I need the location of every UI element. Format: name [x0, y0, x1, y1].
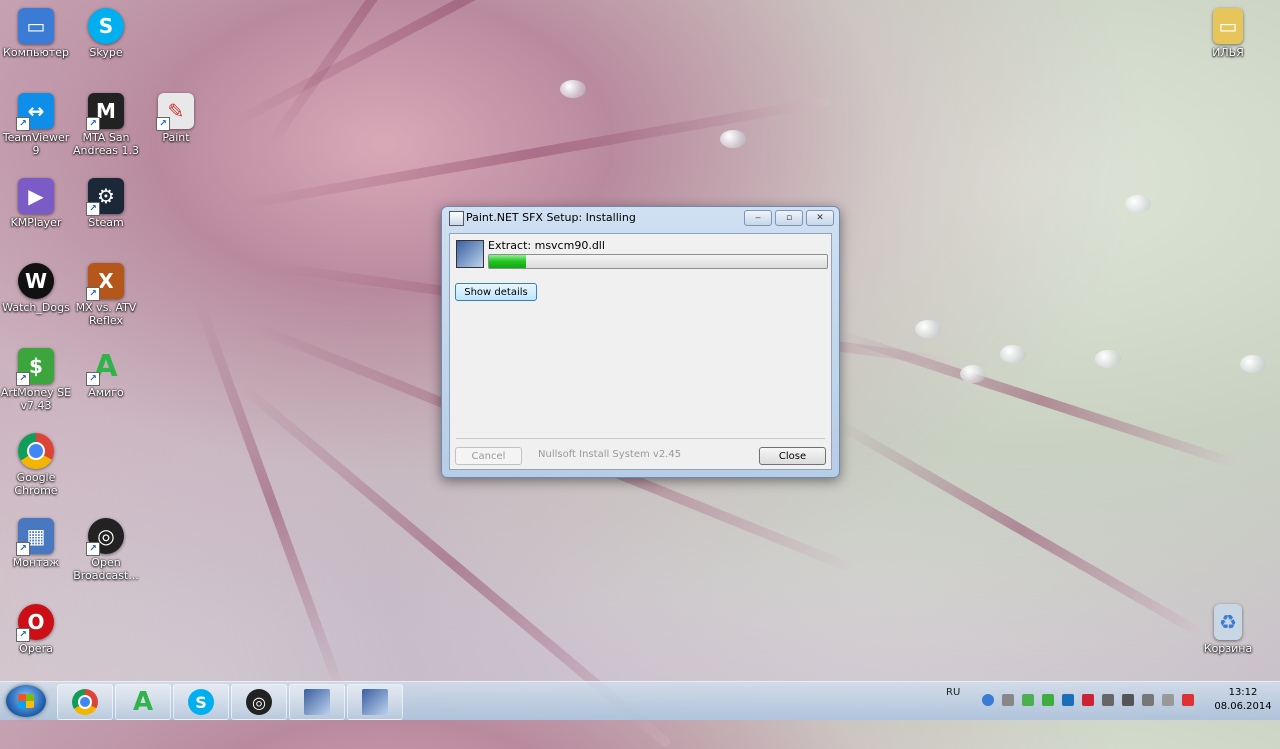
amigo-icon: A ↗: [86, 348, 124, 386]
taskbar-amigo[interactable]: A: [115, 684, 171, 720]
desktop-icon-mxvsatv[interactable]: X ↗ MX vs. ATV Reflex: [70, 263, 142, 327]
notification-icon[interactable]: [1002, 694, 1014, 706]
desktop-icon-montage[interactable]: ▦ ↗ Монтаж: [0, 518, 72, 569]
network-icon[interactable]: [1062, 694, 1074, 706]
close-button[interactable]: Close: [759, 447, 826, 465]
minimize-button[interactable]: ‒: [744, 210, 772, 226]
desktop-icon-paint[interactable]: ✎ ↗ Paint: [140, 93, 212, 144]
paint-icon: ✎ ↗: [156, 93, 194, 131]
desktop-icon-steam[interactable]: ⚙ ↗ Steam: [70, 178, 142, 229]
desktop-icon-teamviewer[interactable]: ↔ ↗ TeamViewer 9: [0, 93, 72, 157]
taskbar: A S ◎ RU 13:12 08.06.2014: [0, 681, 1280, 720]
installer-icon: [456, 240, 484, 268]
desktop-icon-amigo[interactable]: A ↗ Амиго: [70, 348, 142, 399]
installer-client-area: Extract: msvcm90.dll Show details Cancel…: [449, 233, 832, 470]
app-tray-icon[interactable]: [1022, 694, 1034, 706]
desktop-icon-chrome[interactable]: Google Chrome: [0, 433, 72, 497]
opera-icon: O ↗: [16, 604, 54, 642]
tools-icon[interactable]: [1082, 694, 1094, 706]
watchdogs-icon: W: [18, 263, 54, 299]
recycle-bin-icon: ♻: [1214, 604, 1242, 640]
taskbar-installer-2[interactable]: [347, 684, 403, 720]
close-window-button[interactable]: ✕: [806, 210, 834, 226]
desktop-icon-skype[interactable]: S Skype: [70, 8, 142, 59]
desktop-icon-kmplayer[interactable]: ▶ KMPlayer: [0, 178, 72, 229]
nsis-branding: Nullsoft Install System v2.45: [538, 449, 682, 460]
installer-window: Paint.NET SFX Setup: Installing ‒ ▫ ✕ Ex…: [441, 206, 840, 478]
window-titlebar[interactable]: Paint.NET SFX Setup: Installing ‒ ▫ ✕: [442, 207, 839, 229]
installer-icon: [362, 689, 388, 715]
start-button[interactable]: [6, 685, 46, 717]
desktop-icon-artmoney[interactable]: $ ↗ ArtMoney SE v7.43: [0, 348, 72, 412]
skype-icon: S: [88, 8, 124, 44]
desktop-icon-computer[interactable]: ▭ Компьютер: [0, 8, 72, 59]
cancel-button[interactable]: Cancel: [455, 447, 522, 465]
folder-icon: ▭: [1213, 8, 1243, 44]
install-progress-bar: [488, 254, 828, 269]
teamviewer-icon: ↔ ↗: [16, 93, 54, 131]
desktop-icon-opera[interactable]: O ↗ Opera: [0, 604, 72, 655]
windows-logo-icon: [18, 694, 34, 708]
language-indicator[interactable]: RU: [946, 687, 960, 698]
taskbar-chrome[interactable]: [57, 684, 113, 720]
clock-time: 13:12: [1228, 687, 1258, 698]
device-icon[interactable]: [1122, 694, 1134, 706]
computer-icon: ▭: [18, 8, 54, 44]
chrome-icon: [18, 433, 54, 469]
volume-icon[interactable]: [1102, 694, 1114, 706]
shield-icon[interactable]: [1042, 694, 1054, 706]
show-details-button[interactable]: Show details: [455, 283, 537, 301]
bottom-divider: [456, 438, 825, 439]
obs-icon: ◎ ↗: [86, 518, 124, 556]
mta-icon: M ↗: [86, 93, 124, 131]
mxvsatv-icon: X ↗: [86, 263, 124, 301]
clock-date: 08.06.2014: [1214, 701, 1272, 712]
speaker-icon[interactable]: [1162, 694, 1174, 706]
install-progress-fill: [489, 255, 527, 268]
kmplayer-icon: ▶: [18, 178, 54, 214]
desktop-icon-recycle-bin[interactable]: ♻ Корзина: [1192, 604, 1264, 655]
steam-icon: ⚙ ↗: [86, 178, 124, 216]
desktop-icon-mta[interactable]: M ↗ MTA San Andreas 1.3: [70, 93, 142, 157]
amigo-icon: A: [132, 687, 154, 717]
desktop-icon-obs[interactable]: ◎ ↗ Open Broadcast...: [70, 518, 142, 582]
maximize-button[interactable]: ▫: [775, 210, 803, 226]
installer-icon: [304, 689, 330, 715]
system-tray: RU 13:12 08.06.2014: [922, 682, 1272, 720]
desktop-icon-watchdogs[interactable]: W Watch_Dogs: [0, 263, 72, 314]
desktop-icon-user-folder[interactable]: ▭ ИЛЬЯ: [1192, 8, 1264, 59]
artmoney-icon: $ ↗: [16, 348, 54, 386]
taskbar-obs[interactable]: ◎: [231, 684, 287, 720]
window-title: Paint.NET SFX Setup: Installing: [466, 211, 636, 224]
download-icon[interactable]: [982, 694, 994, 706]
taskbar-skype[interactable]: S: [173, 684, 229, 720]
system-clock[interactable]: 13:12 08.06.2014: [1214, 686, 1272, 714]
obs-icon: ◎: [246, 689, 272, 715]
skype-icon: S: [188, 689, 214, 715]
installer-window-icon: [449, 211, 464, 226]
chrome-icon: [72, 689, 98, 715]
network-error-icon[interactable]: [1182, 694, 1194, 706]
montage-icon: ▦ ↗: [16, 518, 54, 556]
monitor-icon[interactable]: [1142, 694, 1154, 706]
taskbar-installer-1[interactable]: [289, 684, 345, 720]
extract-status-label: Extract: msvcm90.dll: [488, 239, 605, 252]
